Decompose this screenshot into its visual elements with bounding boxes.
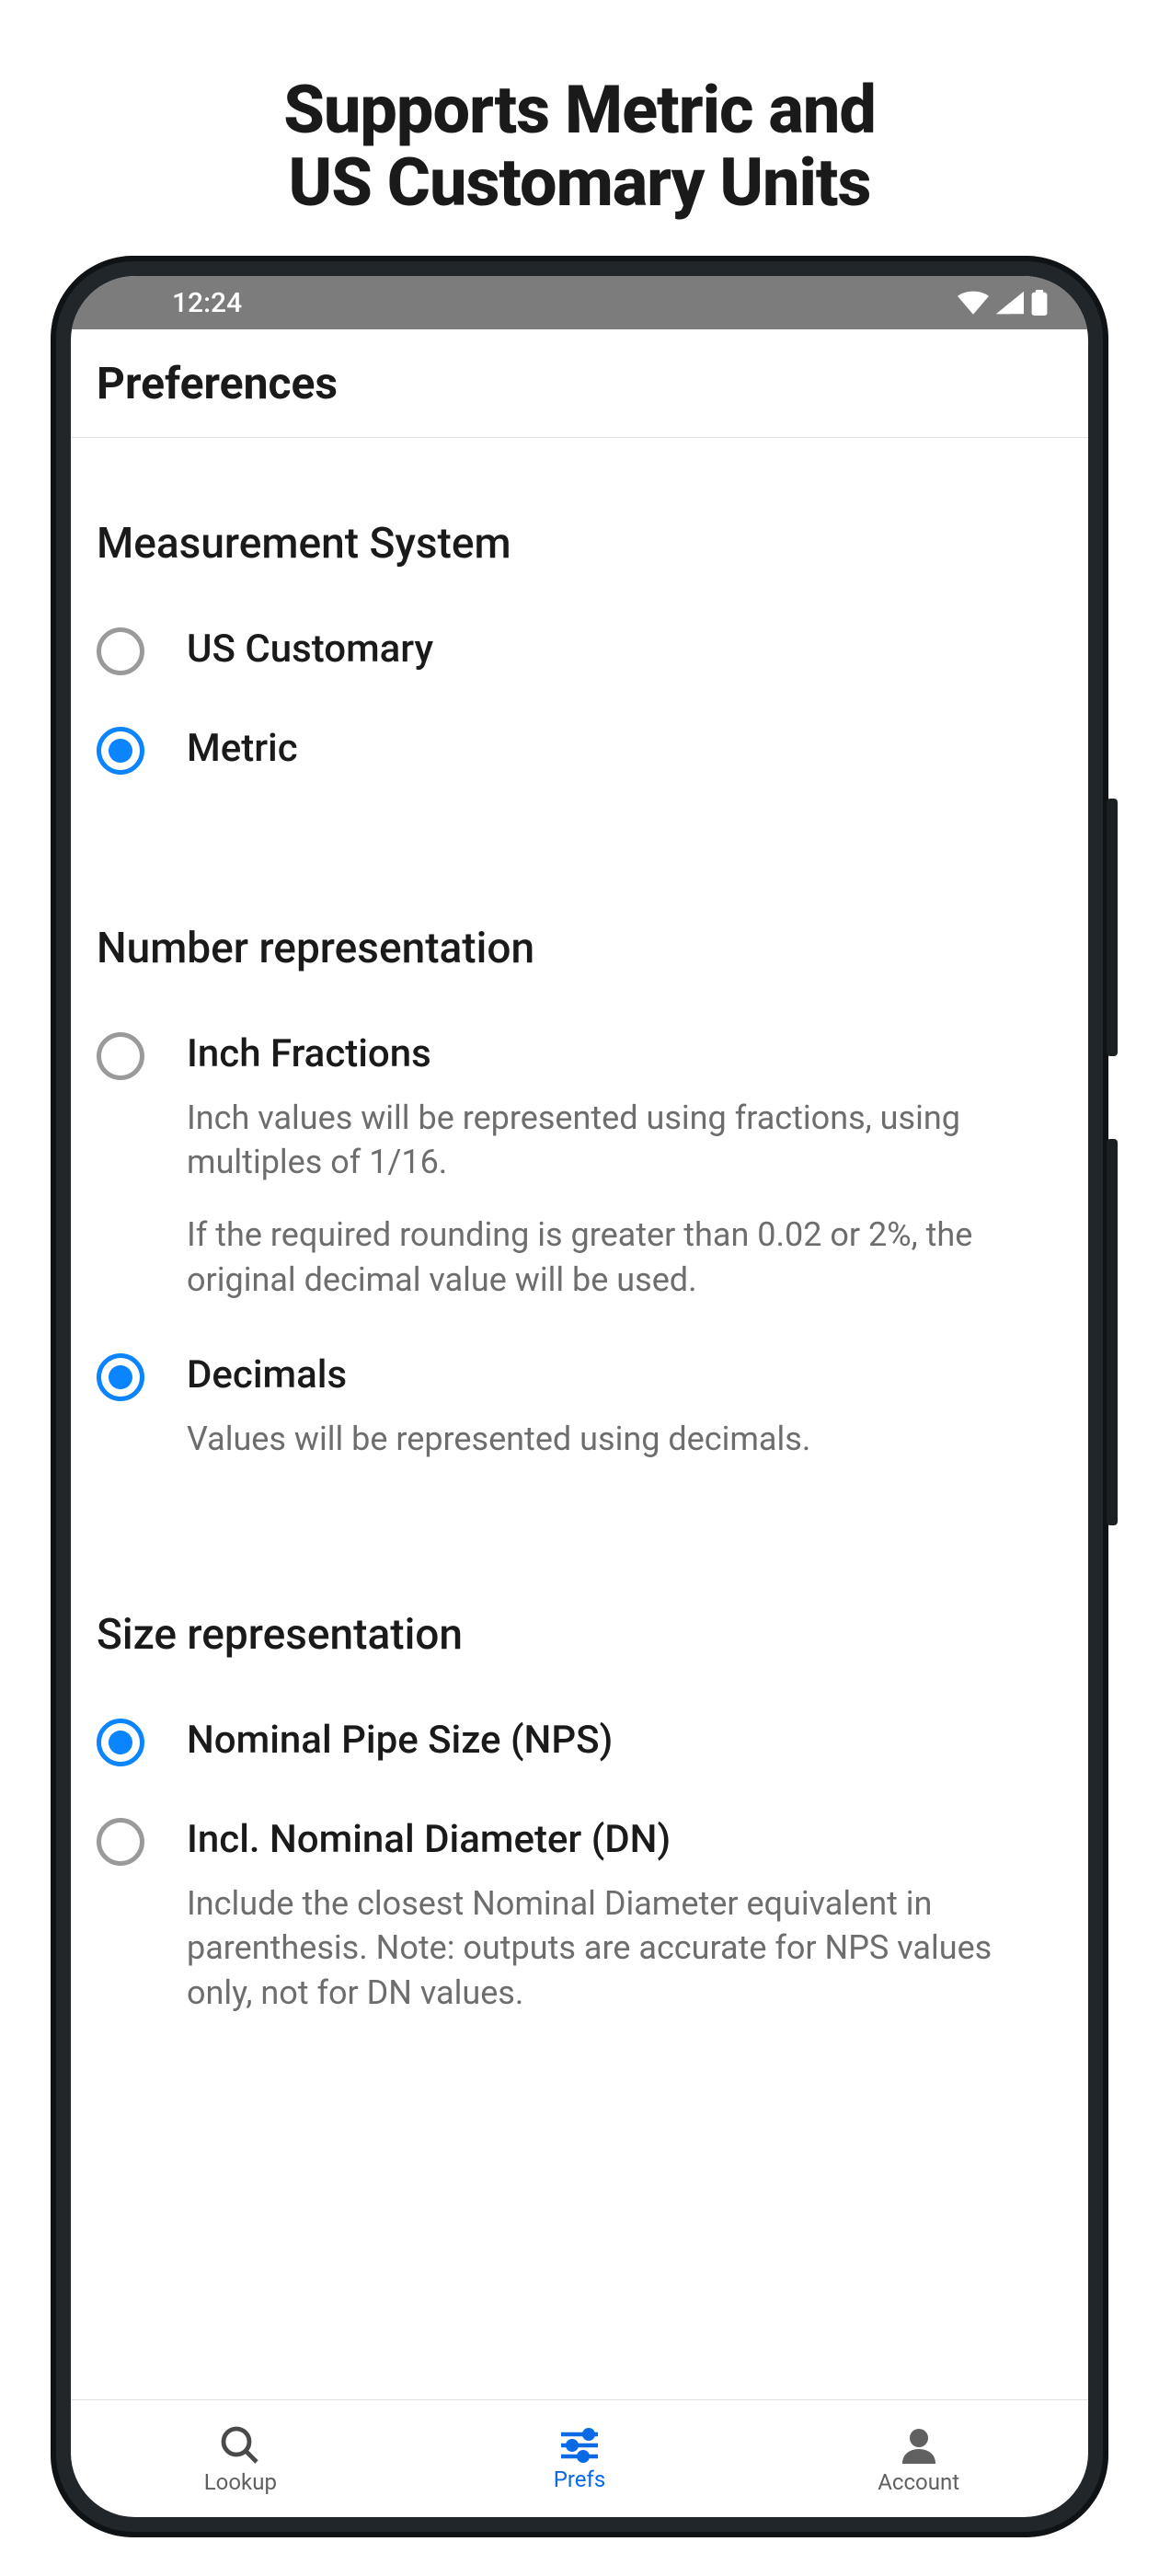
option-label: Decimals <box>187 1351 1062 1400</box>
option-decimals[interactable]: Decimals Values will be represented usin… <box>97 1335 1062 1478</box>
status-icons <box>958 290 1048 316</box>
option-label: Inch Fractions <box>187 1030 1062 1079</box>
option-nps[interactable]: Nominal Pipe Size (NPS) <box>97 1700 1062 1783</box>
app-header: Preferences <box>71 329 1088 438</box>
option-description: If the required rounding is greater than… <box>187 1213 1062 1302</box>
option-inch-fractions[interactable]: Inch Fractions Inch values will be repre… <box>97 1014 1062 1318</box>
user-icon <box>897 2423 941 2467</box>
nav-account[interactable]: Account <box>749 2400 1088 2517</box>
page-title: Preferences <box>97 357 1062 409</box>
radio-icon[interactable] <box>97 1818 144 1866</box>
nav-label: Account <box>878 2469 959 2495</box>
option-label: US Customary <box>187 626 1062 674</box>
section-number-representation: Number representation Inch Fractions Inc… <box>97 924 1062 1478</box>
phone-screen: 12:24 Preferences Measurement System <box>71 276 1088 2517</box>
option-us-customary[interactable]: US Customary <box>97 609 1062 692</box>
section-size-representation: Size representation Nominal Pipe Size (N… <box>97 1610 1062 2031</box>
battery-icon <box>1031 290 1048 316</box>
cell-signal-icon <box>996 291 1024 315</box>
promo-headline: Supports Metric and US Customary Units <box>0 0 1159 256</box>
headline-text: Supports Metric and US Customary Units <box>37 74 1122 219</box>
preferences-content[interactable]: Measurement System US Customary Metric <box>71 438 1088 2399</box>
nav-label: Lookup <box>204 2469 277 2495</box>
phone-side-button <box>1107 799 1118 1056</box>
section-title: Measurement System <box>97 519 1062 569</box>
radio-icon[interactable] <box>97 627 144 675</box>
option-label: Incl. Nominal Diameter (DN) <box>187 1816 1062 1865</box>
phone-frame: 12:24 Preferences Measurement System <box>51 256 1108 2537</box>
option-description: Inch values will be represented using fr… <box>187 1096 1062 1185</box>
section-title: Number representation <box>97 924 1062 973</box>
radio-icon[interactable] <box>97 727 144 775</box>
bottom-nav: Lookup Prefs Account <box>71 2399 1088 2517</box>
section-title: Size representation <box>97 1610 1062 1660</box>
option-description: Include the closest Nominal Diameter equ… <box>187 1881 1062 2016</box>
nav-label: Prefs <box>554 2467 606 2492</box>
radio-icon[interactable] <box>97 1032 144 1080</box>
section-measurement-system: Measurement System US Customary Metric <box>97 519 1062 791</box>
search-icon <box>218 2423 262 2467</box>
status-time: 12:24 <box>172 287 242 319</box>
phone-mockup: 12:24 Preferences Measurement System <box>0 256 1159 2537</box>
radio-icon[interactable] <box>97 1719 144 1766</box>
phone-side-button <box>1107 1139 1118 1525</box>
nav-prefs[interactable]: Prefs <box>410 2400 750 2517</box>
option-label: Nominal Pipe Size (NPS) <box>187 1717 1062 1765</box>
option-label: Metric <box>187 725 1062 774</box>
status-bar: 12:24 <box>71 276 1088 329</box>
option-metric[interactable]: Metric <box>97 708 1062 791</box>
radio-icon[interactable] <box>97 1353 144 1401</box>
wifi-icon <box>958 291 989 315</box>
sliders-icon <box>557 2426 602 2465</box>
option-incl-dn[interactable]: Incl. Nominal Diameter (DN) Include the … <box>97 1800 1062 2031</box>
option-description: Values will be represented using decimal… <box>187 1417 1062 1462</box>
nav-lookup[interactable]: Lookup <box>71 2400 410 2517</box>
